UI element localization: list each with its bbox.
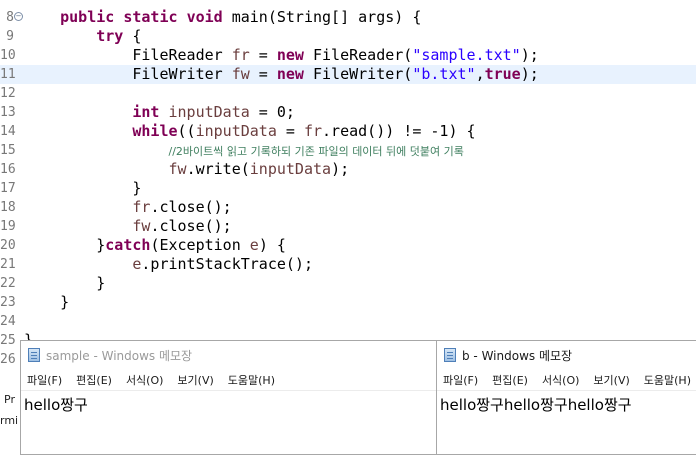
notepad-text-area[interactable]: hello짱구 [21,390,439,418]
code-line[interactable]: 13 int inputData = 0; [0,103,696,122]
console-tab-fragment[interactable]: rmi [0,414,18,427]
line-number: 15 [0,143,16,158]
code-text[interactable]: try { [24,27,141,46]
panel-tab-fragment[interactable]: Pr [4,393,15,406]
line-number: 17 [0,181,16,196]
line-number: 8 [6,10,14,25]
code-line[interactable]: 15 //2바이트씩 읽고 기록하되 기존 파일의 데이터 뒤에 덧붙여 기록 [0,141,696,160]
code-line[interactable]: 12 [0,84,696,103]
menu-view[interactable]: 보기(V) [593,372,629,388]
notepad-menu-bar: 파일(F) 편집(E) 서식(O) 보기(V) 도움말(H) [21,369,439,390]
line-number: 19 [0,219,16,234]
line-number: 11 [0,67,16,82]
code-text[interactable]: }catch(Exception e) { [24,236,286,255]
code-text[interactable]: } [24,293,69,312]
code-text[interactable]: public static void main(String[] args) { [24,8,421,27]
code-text[interactable]: } [24,274,105,293]
notepad-title: sample - Windows 메모장 [46,348,193,363]
line-number: 26 [0,352,16,367]
notepad-title-bar[interactable]: b - Windows 메모장 [437,341,696,369]
menu-help[interactable]: 도움말(H) [644,372,691,388]
line-number: 25 [0,333,16,348]
code-line[interactable]: 21 e.printStackTrace(); [0,255,696,274]
notepad-window-sample[interactable]: sample - Windows 메모장 파일(F) 편집(E) 서식(O) 보… [20,340,440,455]
menu-format[interactable]: 서식(O) [542,372,579,388]
code-line[interactable]: 9 try { [0,27,696,46]
code-text[interactable]: int inputData = 0; [24,103,295,122]
code-line[interactable]: 19 fw.close(); [0,217,696,236]
code-text[interactable]: e.printStackTrace(); [24,255,313,274]
menu-help[interactable]: 도움말(H) [228,372,275,388]
notepad-menu-bar: 파일(F) 편집(E) 서식(O) 보기(V) 도움말(H) [437,369,696,390]
code-text[interactable]: //2바이트씩 읽고 기록하되 기존 파일의 데이터 뒤에 덧붙여 기록 [24,141,464,161]
line-number: 9 [6,29,14,44]
notepad-icon [28,348,40,362]
line-number: 24 [0,314,16,329]
code-line[interactable]: 22 } [0,274,696,293]
fold-collapse-icon[interactable]: − [14,12,23,21]
code-text[interactable]: fr.close(); [24,198,231,217]
line-number: 16 [0,162,16,177]
code-line[interactable]: 11 FileWriter fw = new FileWriter("b.txt… [0,65,696,84]
line-number: 18 [0,200,16,215]
line-number: 20 [0,238,16,253]
line-number: 22 [0,276,16,291]
line-number: 12 [0,86,16,101]
menu-view[interactable]: 보기(V) [177,372,213,388]
menu-format[interactable]: 서식(O) [126,372,163,388]
code-line[interactable]: 8− public static void main(String[] args… [0,8,696,27]
code-text[interactable]: fw.write(inputData); [24,160,350,179]
code-line[interactable]: 16 fw.write(inputData); [0,160,696,179]
line-number: 21 [0,257,16,272]
code-line[interactable]: 17 } [0,179,696,198]
menu-edit[interactable]: 편집(E) [76,372,112,388]
notepad-icon [444,348,456,362]
code-text[interactable]: while((inputData = fr.read()) != -1) { [24,122,475,141]
code-text[interactable]: fw.close(); [24,217,231,236]
notepad-title: b - Windows 메모장 [462,348,573,363]
code-line[interactable]: 23 } [0,293,696,312]
line-number: 13 [0,105,16,120]
menu-file[interactable]: 파일(F) [443,372,478,388]
code-line[interactable]: 10 FileReader fr = new FileReader("sampl… [0,46,696,65]
notepad-text-area[interactable]: hello짱구hello짱구hello짱구 [437,390,696,418]
menu-file[interactable]: 파일(F) [27,372,62,388]
code-line[interactable]: 20 }catch(Exception e) { [0,236,696,255]
notepad-window-b[interactable]: b - Windows 메모장 파일(F) 편집(E) 서식(O) 보기(V) … [436,340,696,455]
line-number: 23 [0,295,16,310]
code-text[interactable]: FileWriter fw = new FileWriter("b.txt",t… [24,65,538,84]
notepad-title-bar[interactable]: sample - Windows 메모장 [21,341,439,369]
code-text[interactable]: FileReader fr = new FileReader("sample.t… [24,46,538,65]
code-line[interactable]: 14 while((inputData = fr.read()) != -1) … [0,122,696,141]
line-number: 14 [0,124,16,139]
code-line[interactable]: 24 [0,312,696,331]
menu-edit[interactable]: 편집(E) [492,372,528,388]
code-line[interactable]: 18 fr.close(); [0,198,696,217]
line-number: 10 [0,48,16,63]
code-text[interactable]: } [24,179,141,198]
